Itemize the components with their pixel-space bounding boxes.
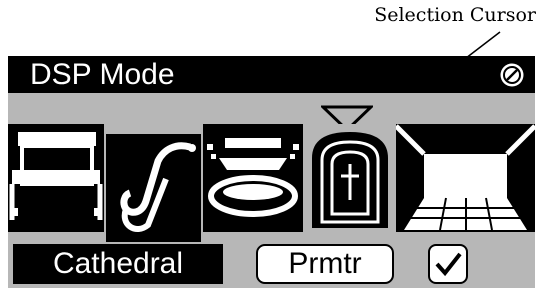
room-perspective-icon <box>396 124 535 232</box>
footer-bar: Cathedral Prmtr <box>8 244 535 284</box>
mode-room[interactable] <box>396 124 535 232</box>
mode-cathedral[interactable] <box>306 124 394 232</box>
stadium-icon <box>203 124 303 232</box>
checkmark-icon <box>435 252 462 277</box>
lcd-screen: DSP Mode Cathedral Prmtr <box>8 56 535 288</box>
parameter-button[interactable]: Prmtr <box>256 244 394 284</box>
dsp-mode-list <box>8 124 535 242</box>
mode-jazz[interactable] <box>106 134 201 242</box>
current-mode-label: Cathedral <box>13 244 223 284</box>
confirm-button[interactable] <box>428 244 468 284</box>
hall-stage-icon <box>8 124 104 232</box>
mode-hall[interactable] <box>8 124 104 232</box>
circle-slash-icon <box>500 63 524 87</box>
mode-stadium[interactable] <box>203 124 303 232</box>
cathedral-cross-icon <box>306 124 394 232</box>
screen-title: DSP Mode <box>30 58 175 91</box>
saxophone-icon <box>106 139 201 237</box>
title-bar: DSP Mode <box>8 56 535 93</box>
